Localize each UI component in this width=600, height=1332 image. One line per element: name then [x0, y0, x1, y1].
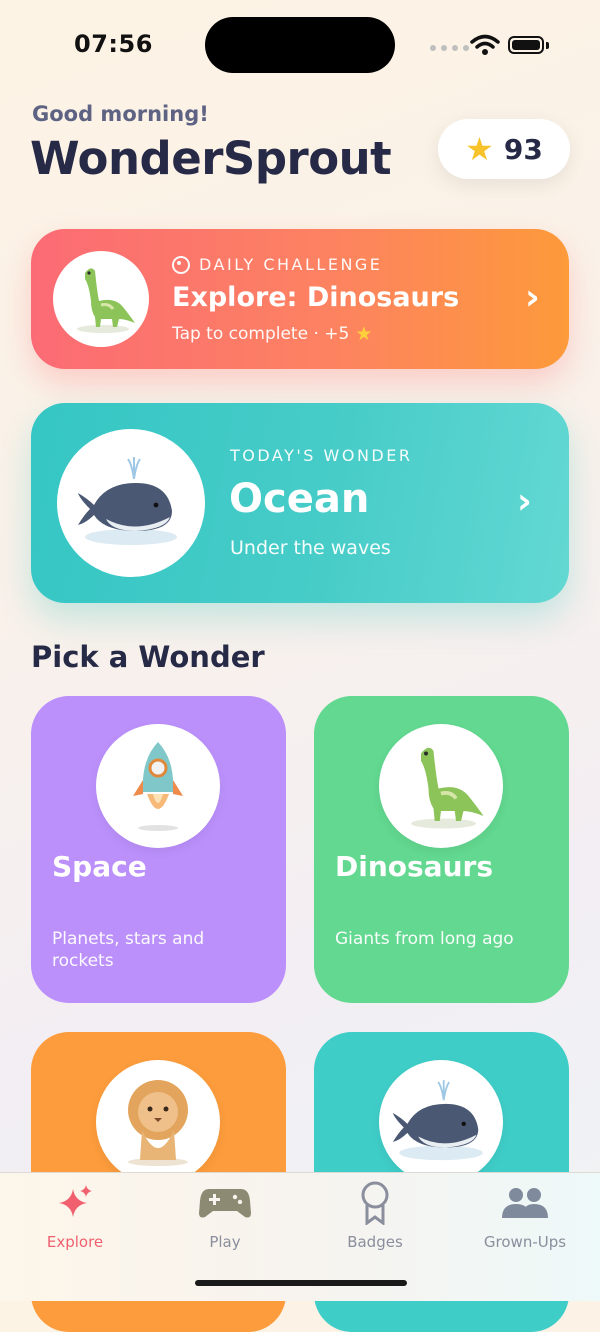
signal-icon	[430, 45, 469, 51]
todays-wonder-card[interactable]: TODAY'S WONDER Ocean Under the waves ›	[31, 403, 569, 603]
subtitle-label: Tap to complete · +5	[172, 324, 350, 344]
tile-title: Space	[52, 850, 147, 883]
eyebrow-label: DAILY CHALLENGE	[199, 255, 383, 274]
status-bar: 07:56	[0, 0, 600, 90]
tab-label: Grown-Ups	[483, 1233, 567, 1251]
star-icon: ★	[355, 323, 373, 345]
todays-wonder-subtitle: Under the waves	[230, 537, 391, 559]
app-title: WonderSprout	[30, 132, 392, 185]
chevron-right-icon: ›	[525, 277, 540, 318]
status-time: 07:56	[74, 30, 153, 58]
battery-icon	[508, 36, 544, 54]
medal-icon	[300, 1181, 450, 1225]
home-indicator	[195, 1280, 407, 1286]
daily-challenge-card[interactable]: DAILY CHALLENGE Explore: Dinosaurs Tap t…	[31, 229, 569, 369]
daily-challenge-subtitle: Tap to complete · +5 ★	[172, 323, 372, 345]
greeting-text: Good morning!	[32, 102, 209, 126]
battery-cap	[546, 42, 549, 49]
dynamic-island	[205, 17, 395, 73]
wifi-icon	[470, 34, 500, 55]
dinosaur-illustration	[53, 251, 149, 347]
tab-label: Play	[209, 1233, 241, 1251]
whale-illustration	[57, 429, 205, 577]
daily-challenge-eyebrow: DAILY CHALLENGE	[172, 255, 382, 274]
tab-badges[interactable]: Badges	[300, 1181, 450, 1251]
sparkles-icon	[0, 1181, 150, 1225]
tab-label: Explore	[46, 1233, 104, 1251]
gamepad-icon	[150, 1181, 300, 1225]
tile-subtitle: Giants from long ago	[335, 929, 514, 949]
people-icon	[450, 1181, 600, 1225]
tab-play[interactable]: Play	[150, 1181, 300, 1251]
daily-challenge-title: Explore: Dinosaurs	[172, 282, 460, 313]
tile-title: Dinosaurs	[335, 850, 493, 883]
target-icon	[172, 255, 190, 274]
whale-illustration	[379, 1060, 503, 1184]
lion-cub-illustration	[96, 1060, 220, 1184]
todays-wonder-eyebrow: TODAY'S WONDER	[230, 446, 413, 465]
tab-label: Badges	[347, 1233, 403, 1251]
wonder-tile-dinosaurs[interactable]: Dinosaurs Giants from long ago	[314, 696, 569, 1003]
tab-grown-ups[interactable]: Grown-Ups	[450, 1181, 600, 1251]
tile-subtitle: Planets, stars and rockets	[52, 929, 205, 971]
wonder-tile-space[interactable]: Space Planets, stars and rockets	[31, 696, 286, 1003]
points-value: 93	[503, 132, 543, 166]
tab-explore[interactable]: Explore	[0, 1181, 150, 1251]
rocket-illustration	[96, 724, 220, 848]
section-title: Pick a Wonder	[31, 640, 265, 674]
todays-wonder-title: Ocean	[229, 476, 370, 522]
dinosaur-illustration	[379, 724, 503, 848]
chevron-right-icon: ›	[517, 481, 532, 522]
points-badge[interactable]: ★ 93	[438, 119, 570, 179]
star-icon: ★	[465, 130, 494, 168]
